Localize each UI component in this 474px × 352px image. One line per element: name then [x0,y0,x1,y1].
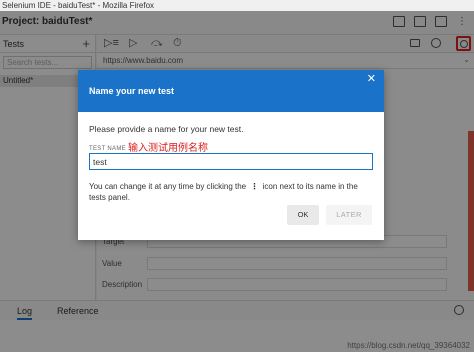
dialog-title: Name your new test [89,86,175,96]
test-name-input[interactable] [89,153,373,170]
selenium-ide-window: Selenium IDE - baiduTest* - Mozilla Fire… [0,0,474,352]
close-icon[interactable]: ✕ [367,74,376,85]
window-title: Selenium IDE - baiduTest* - Mozilla Fire… [0,0,474,11]
test-name-label: TEST NAME [89,146,126,152]
dialog-header: Name your new test ✕ [78,70,384,112]
new-test-dialog: Name your new test ✕ Please provide a na… [78,70,384,240]
dialog-prompt: Please provide a name for your new test. [89,124,244,134]
dialog-help-text: You can change it at any time by clickin… [89,181,375,203]
annotation-text: 输入测试用例名称 [128,143,208,154]
more-options-icon: ⋮ [250,182,259,191]
later-button[interactable]: LATER [326,205,372,225]
ok-button[interactable]: OK [287,205,319,225]
help-text-before: You can change it at any time by clickin… [89,182,247,191]
dialog-body: Please provide a name for your new test.… [78,112,384,240]
